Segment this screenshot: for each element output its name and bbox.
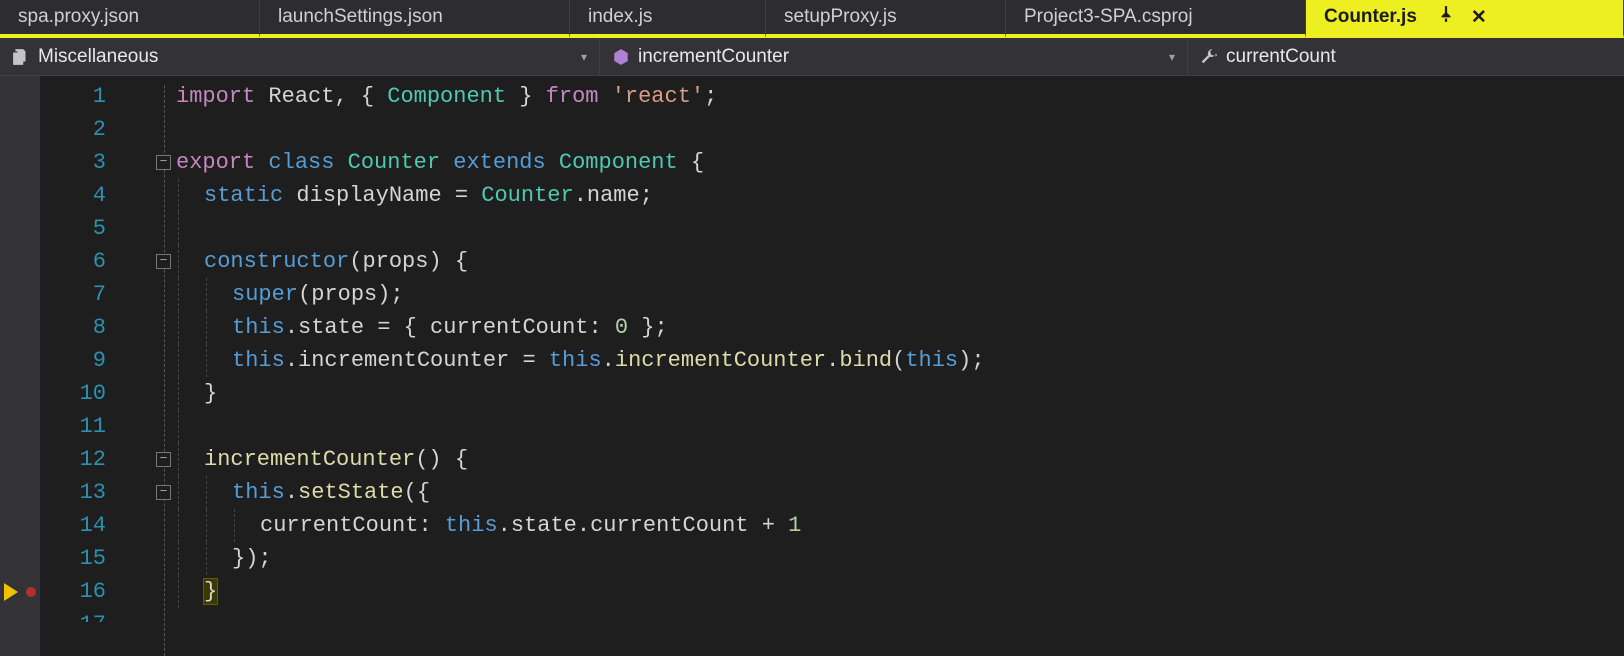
code-line[interactable]: this.incrementCounter = this.incrementCo… — [176, 344, 1624, 377]
line-number: 13 — [40, 476, 106, 509]
indent-guide — [178, 377, 179, 410]
code-line[interactable] — [176, 410, 1624, 443]
code-line[interactable]: this.setState({ — [176, 476, 1624, 509]
field-label: currentCount — [1226, 46, 1336, 68]
line-number: 4 — [40, 179, 106, 212]
chevron-down-icon: ▾ — [581, 50, 587, 64]
indent-guide — [178, 509, 179, 542]
code-line[interactable]: }); — [176, 542, 1624, 575]
tab-label: Project3-SPA.csproj — [1024, 6, 1193, 28]
tab-bar: spa.proxy.json launchSettings.json index… — [0, 0, 1624, 38]
code-line[interactable]: super(props); — [176, 278, 1624, 311]
code-line[interactable]: export class Counter extends Component { — [176, 146, 1624, 179]
code-line[interactable] — [176, 212, 1624, 245]
line-number: 5 — [40, 212, 106, 245]
indent-guide — [178, 476, 179, 509]
tab-label: launchSettings.json — [278, 6, 443, 28]
line-number-gutter: 1234567891011121314151617 — [40, 76, 124, 656]
indent-guide — [206, 311, 207, 344]
indent-guide — [178, 410, 179, 443]
tab-label: index.js — [588, 6, 652, 28]
indent-guide — [178, 212, 179, 245]
code-line[interactable]: static displayName = Counter.name; — [176, 179, 1624, 212]
indent-guide — [178, 179, 179, 212]
line-number: 16 — [40, 575, 106, 608]
indent-guide — [178, 344, 179, 377]
line-number: 1 — [40, 80, 106, 113]
project-label: Miscellaneous — [38, 46, 158, 68]
code-line[interactable]: this.state = { currentCount: 0 }; — [176, 311, 1624, 344]
indent-guide — [206, 542, 207, 575]
code-line[interactable]: incrementCounter() { — [176, 443, 1624, 476]
tab-launchsettings-json[interactable]: launchSettings.json — [260, 0, 570, 38]
tab-project3-spa-csproj[interactable]: Project3-SPA.csproj — [1006, 0, 1306, 38]
indent-guide — [234, 509, 235, 542]
fold-guide — [164, 85, 165, 656]
line-number: 11 — [40, 410, 106, 443]
indent-guide — [178, 542, 179, 575]
fold-toggle[interactable]: − — [156, 485, 171, 500]
code-editor[interactable]: 1234567891011121314151617 −−−− import Re… — [0, 76, 1624, 656]
line-number: 15 — [40, 542, 106, 575]
pin-icon[interactable] — [1437, 5, 1455, 29]
tab-label: Counter.js — [1324, 6, 1417, 28]
indent-guide — [178, 278, 179, 311]
indent-guide — [206, 476, 207, 509]
line-number: 17 — [40, 608, 106, 622]
indent-guide — [178, 245, 179, 278]
line-number: 8 — [40, 311, 106, 344]
current-statement-arrow-icon — [4, 583, 18, 601]
line-number: 7 — [40, 278, 106, 311]
fold-toggle[interactable]: − — [156, 254, 171, 269]
indent-guide — [178, 443, 179, 476]
code-line[interactable]: import React, { Component } from 'react'… — [176, 80, 1624, 113]
code-line[interactable]: } — [176, 575, 1624, 608]
indent-guide — [206, 278, 207, 311]
code-area[interactable]: import React, { Component } from 'react'… — [176, 76, 1624, 656]
method-icon — [612, 48, 630, 66]
indent-guide — [178, 575, 179, 608]
member-dropdown[interactable]: incrementCounter ▾ — [600, 38, 1188, 75]
code-line[interactable] — [176, 113, 1624, 146]
line-number: 3 — [40, 146, 106, 179]
line-number: 10 — [40, 377, 106, 410]
line-number: 9 — [40, 344, 106, 377]
line-number: 2 — [40, 113, 106, 146]
tab-label: spa.proxy.json — [18, 6, 139, 28]
files-icon — [12, 48, 30, 66]
indent-guide — [178, 311, 179, 344]
breakpoint-icon[interactable] — [26, 587, 36, 597]
line-number: 14 — [40, 509, 106, 542]
code-line[interactable]: constructor(props) { — [176, 245, 1624, 278]
navigation-bar: Miscellaneous ▾ incrementCounter ▾ curre… — [0, 38, 1624, 76]
project-dropdown[interactable]: Miscellaneous ▾ — [0, 38, 600, 75]
glyph-margin[interactable] — [0, 76, 40, 656]
fold-toggle[interactable]: − — [156, 155, 171, 170]
tab-counter-js[interactable]: Counter.js ✕ — [1306, 0, 1624, 38]
fold-toggle[interactable]: − — [156, 452, 171, 467]
tab-index-js[interactable]: index.js — [570, 0, 766, 38]
line-number: 6 — [40, 245, 106, 278]
tab-setupproxy-js[interactable]: setupProxy.js — [766, 0, 1006, 38]
field-dropdown[interactable]: currentCount — [1188, 38, 1624, 75]
close-icon[interactable]: ✕ — [1471, 6, 1487, 29]
folding-gutter[interactable]: − − − − — [124, 76, 176, 656]
indent-guide — [206, 509, 207, 542]
code-line[interactable]: } — [176, 377, 1624, 410]
chevron-down-icon: ▾ — [1169, 50, 1175, 64]
indent-guide — [206, 344, 207, 377]
tab-spa-proxy-json[interactable]: spa.proxy.json — [0, 0, 260, 38]
wrench-icon — [1200, 48, 1218, 66]
tab-label: setupProxy.js — [784, 6, 897, 28]
code-line[interactable]: currentCount: this.state.currentCount + … — [176, 509, 1624, 542]
member-label: incrementCounter — [638, 46, 789, 68]
line-number: 12 — [40, 443, 106, 476]
